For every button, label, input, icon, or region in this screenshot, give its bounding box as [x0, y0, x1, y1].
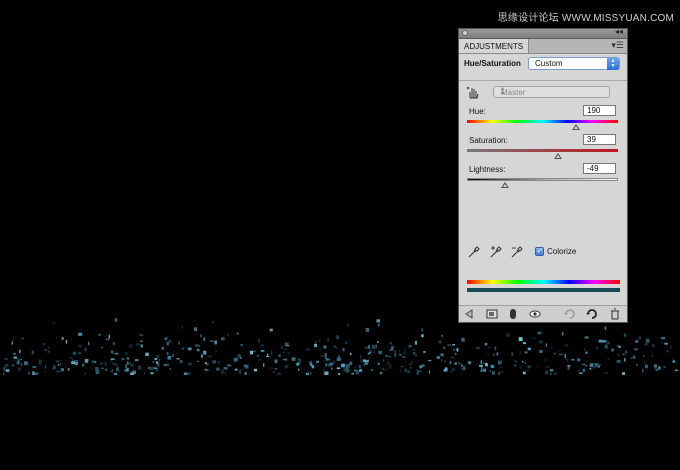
output-spectrum-bar	[467, 288, 620, 292]
hue-control: Hue: 190	[459, 103, 627, 132]
saturation-input[interactable]: 39	[583, 134, 616, 145]
tab-adjustments[interactable]: ADJUSTMENTS	[459, 39, 530, 53]
visibility-eye-icon[interactable]	[529, 308, 541, 320]
city-skyline	[3, 318, 678, 375]
input-spectrum-bar	[467, 280, 620, 284]
saturation-slider-track[interactable]	[467, 149, 618, 152]
dropdown-arrows-icon: ▴ ▾	[607, 58, 619, 70]
back-arrow-icon[interactable]	[463, 308, 475, 320]
checkmark-icon: ✓	[535, 247, 544, 256]
channel-dropdown[interactable]: Master ▴ ▾	[493, 86, 610, 98]
hue-slider-thumb[interactable]	[571, 124, 580, 130]
adjustment-title: Hue/Saturation	[464, 59, 521, 68]
preset-row: Hue/Saturation Custom ▴ ▾	[459, 54, 627, 76]
lightness-label: Lightness:	[469, 165, 506, 174]
channel-row: Master ▴ ▾	[459, 81, 627, 103]
eyedropper-plus-icon[interactable]	[490, 246, 502, 258]
lightness-input[interactable]: -49	[583, 163, 616, 174]
chevron-updown-icon: ▴ ▾	[501, 86, 505, 97]
panel-close-icon[interactable]	[462, 30, 468, 36]
lightness-slider-thumb[interactable]	[500, 182, 509, 188]
hue-input[interactable]: 190	[583, 105, 616, 116]
watermark-text: 思缘设计论坛 WWW.MISSYUAN.COM	[497, 13, 674, 24]
panel-menu-icon[interactable]: ▾☰	[611, 40, 624, 51]
colorize-label: Colorize	[547, 247, 577, 256]
preset-dropdown[interactable]: Custom ▴ ▾	[528, 57, 620, 70]
hue-slider-track[interactable]	[467, 120, 618, 123]
clip-layer-icon[interactable]	[486, 308, 498, 320]
lightness-control: Lightness: -49	[459, 161, 627, 190]
panel-titlebar: ◂◂	[459, 27, 627, 39]
lightness-slider-track[interactable]	[467, 178, 618, 181]
saturation-slider-thumb[interactable]	[553, 153, 562, 159]
saturation-label: Saturation:	[469, 136, 508, 145]
hand-adjust-icon[interactable]	[467, 86, 480, 99]
reset-previous-icon[interactable]	[564, 308, 576, 320]
panel-footer	[459, 305, 627, 322]
adjustments-panel: ◂◂ ADJUSTMENTS ▾☰ Hue/Saturation Custom …	[458, 27, 629, 323]
tab-bar: ADJUSTMENTS ▾☰	[459, 39, 627, 54]
mask-icon[interactable]	[507, 308, 519, 320]
trash-icon[interactable]	[609, 308, 621, 320]
saturation-control: Saturation: 39	[459, 132, 627, 161]
reset-icon[interactable]	[586, 308, 598, 320]
eyedropper-minus-icon[interactable]	[511, 246, 523, 258]
collapse-icon[interactable]: ◂◂	[615, 27, 623, 36]
eyedropper-tools: ✓ Colorize	[459, 242, 629, 262]
eyedropper-icon[interactable]	[468, 246, 480, 258]
hue-label: Hue:	[469, 107, 486, 116]
preset-value: Custom	[535, 59, 563, 68]
